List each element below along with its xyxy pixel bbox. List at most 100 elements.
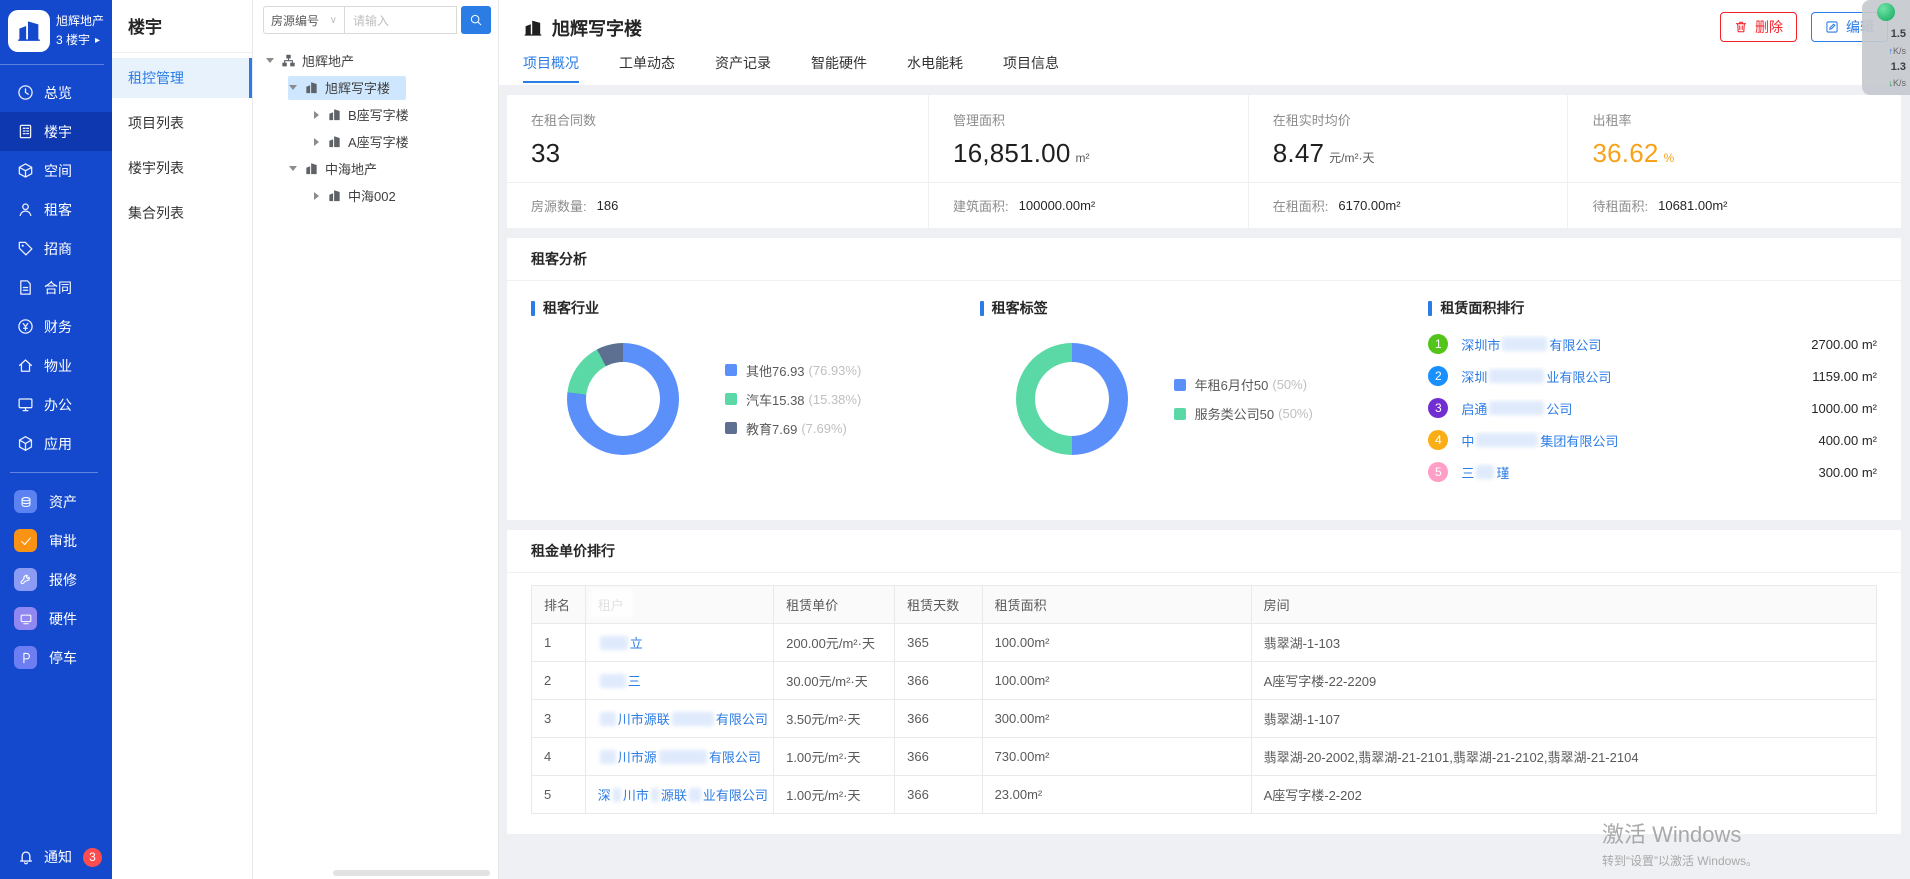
apps-icon: [17, 435, 34, 452]
ranking-row: 4 中集团有限公司 400.00 m²: [1428, 430, 1877, 450]
stat-待租面积: 待租面积:10681.00m²: [1568, 183, 1901, 228]
edit-icon: [1825, 20, 1839, 34]
search-button[interactable]: [461, 6, 491, 34]
tree-node-中海地产[interactable]: 中海地产: [253, 155, 498, 182]
submenu-item-租控管理[interactable]: 租控管理: [112, 58, 252, 98]
stat-在租合同数: 在租合同数33: [507, 95, 929, 183]
tags-chart-title: 租客标签: [980, 298, 1429, 318]
tenant-analysis-card: 租客分析 租客行业 其他76.93 (76.93%)汽车15.38 (15.38…: [507, 238, 1901, 520]
ranking-row: 2深圳业有限公司1159.00 m²: [1428, 366, 1877, 386]
cell-tenant-link[interactable]: 川市源联有限公司: [585, 700, 773, 738]
tab-项目信息[interactable]: 项目信息: [1003, 53, 1059, 83]
cell-tenant-link[interactable]: 立: [585, 624, 773, 662]
delete-button[interactable]: 删除: [1720, 12, 1797, 42]
sidebar-app-审批[interactable]: 审批: [0, 521, 112, 560]
sidebar-item-楼宇[interactable]: 楼宇: [0, 112, 112, 151]
merchant-icon: [17, 240, 34, 257]
sidebar-app-硬件[interactable]: 硬件: [0, 599, 112, 638]
sidebar-item-合同[interactable]: 合同: [0, 268, 112, 307]
project-icon: [304, 161, 319, 176]
tree-node-旭辉地产[interactable]: 旭辉地产: [253, 47, 498, 74]
tab-工单动态[interactable]: 工单动态: [619, 53, 675, 83]
sidebar-app-报修[interactable]: 报修: [0, 560, 112, 599]
tree-node-中海002[interactable]: 中海002: [253, 182, 498, 209]
tree-node-旭辉写字楼[interactable]: 旭辉写字楼: [253, 74, 498, 101]
stat-unit: m²: [1076, 151, 1090, 165]
cell-tenant-link[interactable]: 川市源有限公司: [585, 738, 773, 776]
caret-down-icon[interactable]: [288, 166, 298, 171]
cell-rank: 1: [532, 624, 586, 662]
legend-item: 年租6月付50 (50%): [1174, 375, 1313, 394]
tab-智能硬件[interactable]: 智能硬件: [811, 53, 867, 83]
cell-price: 1.00元/m²·天: [774, 738, 895, 776]
cell-price: 200.00元/m²·天: [774, 624, 895, 662]
stat-在租实时均价: 在租实时均价8.47元/m²·天: [1249, 95, 1569, 183]
ranking-area-value: 1000.00 m²: [1801, 401, 1877, 416]
ranking-area-value: 400.00 m²: [1808, 433, 1877, 448]
cell-rank: 4: [532, 738, 586, 776]
sidebar-item-应用[interactable]: 应用: [0, 424, 112, 463]
stat-label: 在租实时均价: [1273, 110, 1544, 129]
org-switcher[interactable]: 旭辉地产 3 楼宇 ▸: [0, 0, 112, 62]
project-header: 旭辉写字楼 删除 编辑 项目概况工单动态资产记录智能硬件水电能耗项目信息: [499, 0, 1910, 85]
sidebar-item-招商[interactable]: 招商: [0, 229, 112, 268]
search-input[interactable]: 请输入: [345, 6, 457, 34]
sidebar-item-空间[interactable]: 空间: [0, 151, 112, 190]
filter-type-select[interactable]: 房源编号 ∨: [263, 6, 345, 34]
net-speed-widget[interactable]: 1.5 ↑K/s 1.3 ↓K/s: [1862, 0, 1910, 95]
tree-node-label: 中海002: [348, 186, 396, 205]
sidebar-item-物业[interactable]: 物业: [0, 346, 112, 385]
table-row: 2三30.00元/m²·天366100.00m²A座写字楼-22-2209: [532, 662, 1877, 700]
caret-right-icon[interactable]: [311, 138, 321, 146]
cell-tenant-link[interactable]: 三: [585, 662, 773, 700]
sidebar-app-label: 停车: [49, 648, 77, 668]
sidebar-item-租客[interactable]: 租客: [0, 190, 112, 229]
submenu-item-集合列表[interactable]: 集合列表: [112, 193, 252, 233]
sidebar-item-财务[interactable]: 财务: [0, 307, 112, 346]
tenant-link[interactable]: 启通公司: [1461, 399, 1572, 418]
sidebar-item-总览[interactable]: 总览: [0, 73, 112, 112]
tree-node-label: A座写字楼: [348, 132, 409, 151]
caret-right-icon[interactable]: [311, 111, 321, 119]
column-header-房间: 房间: [1251, 586, 1876, 624]
tree-node-B座写字楼[interactable]: B座写字楼: [253, 101, 498, 128]
sidebar-app-停车[interactable]: 停车: [0, 638, 112, 677]
area-ranking: 租赁面积排行 1深圳市有限公司2700.00 m²2深圳业有限公司1159.00…: [1428, 298, 1877, 494]
tab-水电能耗[interactable]: 水电能耗: [907, 53, 963, 83]
ranking-area-value: 2700.00 m²: [1801, 337, 1877, 352]
tenant-link[interactable]: 深圳业有限公司: [1461, 367, 1611, 386]
tenant-link[interactable]: 三瑾: [1461, 463, 1509, 482]
caret-down-icon[interactable]: [288, 85, 298, 90]
trash-icon: [1734, 20, 1748, 34]
submenu-item-项目列表[interactable]: 项目列表: [112, 103, 252, 143]
sidebar-item-notifications[interactable]: 通知 3: [0, 847, 112, 867]
tab-资产记录[interactable]: 资产记录: [715, 53, 771, 83]
sidebar-divider: [0, 64, 104, 65]
cell-tenant-link[interactable]: 深川市源联业有限公司: [585, 776, 773, 814]
sidebar-item-办公[interactable]: 办公: [0, 385, 112, 424]
tree-node-A座写字楼[interactable]: A座写字楼: [253, 128, 498, 155]
rank-badge: 4: [1428, 430, 1448, 450]
building-icon: [17, 123, 34, 140]
caret-down-icon[interactable]: [265, 58, 275, 63]
tenant-link[interactable]: 中集团有限公司: [1461, 431, 1618, 450]
ranking-area-value: 300.00 m²: [1808, 465, 1877, 480]
redacted-text: [672, 712, 714, 726]
tenant-link[interactable]: 深圳市有限公司: [1461, 335, 1601, 354]
legend-item: 教育7.69 (7.69%): [725, 419, 861, 438]
stat-房源数量: 房源数量:186: [507, 183, 929, 228]
caret-right-icon[interactable]: [311, 192, 321, 200]
project-icon: [304, 80, 319, 95]
tree-node-label: 中海地产: [325, 159, 377, 178]
sidebar-item-label: 空间: [44, 161, 72, 181]
cell-days: 366: [895, 776, 982, 814]
cell-rooms: A座写字楼-2-202: [1251, 776, 1876, 814]
table-row: 4川市源有限公司1.00元/m²·天366730.00m²翡翠湖-20-2002…: [532, 738, 1877, 776]
table-row: 1立200.00元/m²·天365100.00m²翡翠湖-1-103: [532, 624, 1877, 662]
submenu-item-楼宇列表[interactable]: 楼宇列表: [112, 148, 252, 188]
sidebar-app-资产[interactable]: 资产: [0, 482, 112, 521]
column-header-租赁天数: 租赁天数: [895, 586, 982, 624]
redacted-text: [600, 636, 628, 650]
tab-项目概况[interactable]: 项目概况: [523, 53, 579, 83]
tree-horizontal-scrollbar[interactable]: [333, 870, 490, 876]
